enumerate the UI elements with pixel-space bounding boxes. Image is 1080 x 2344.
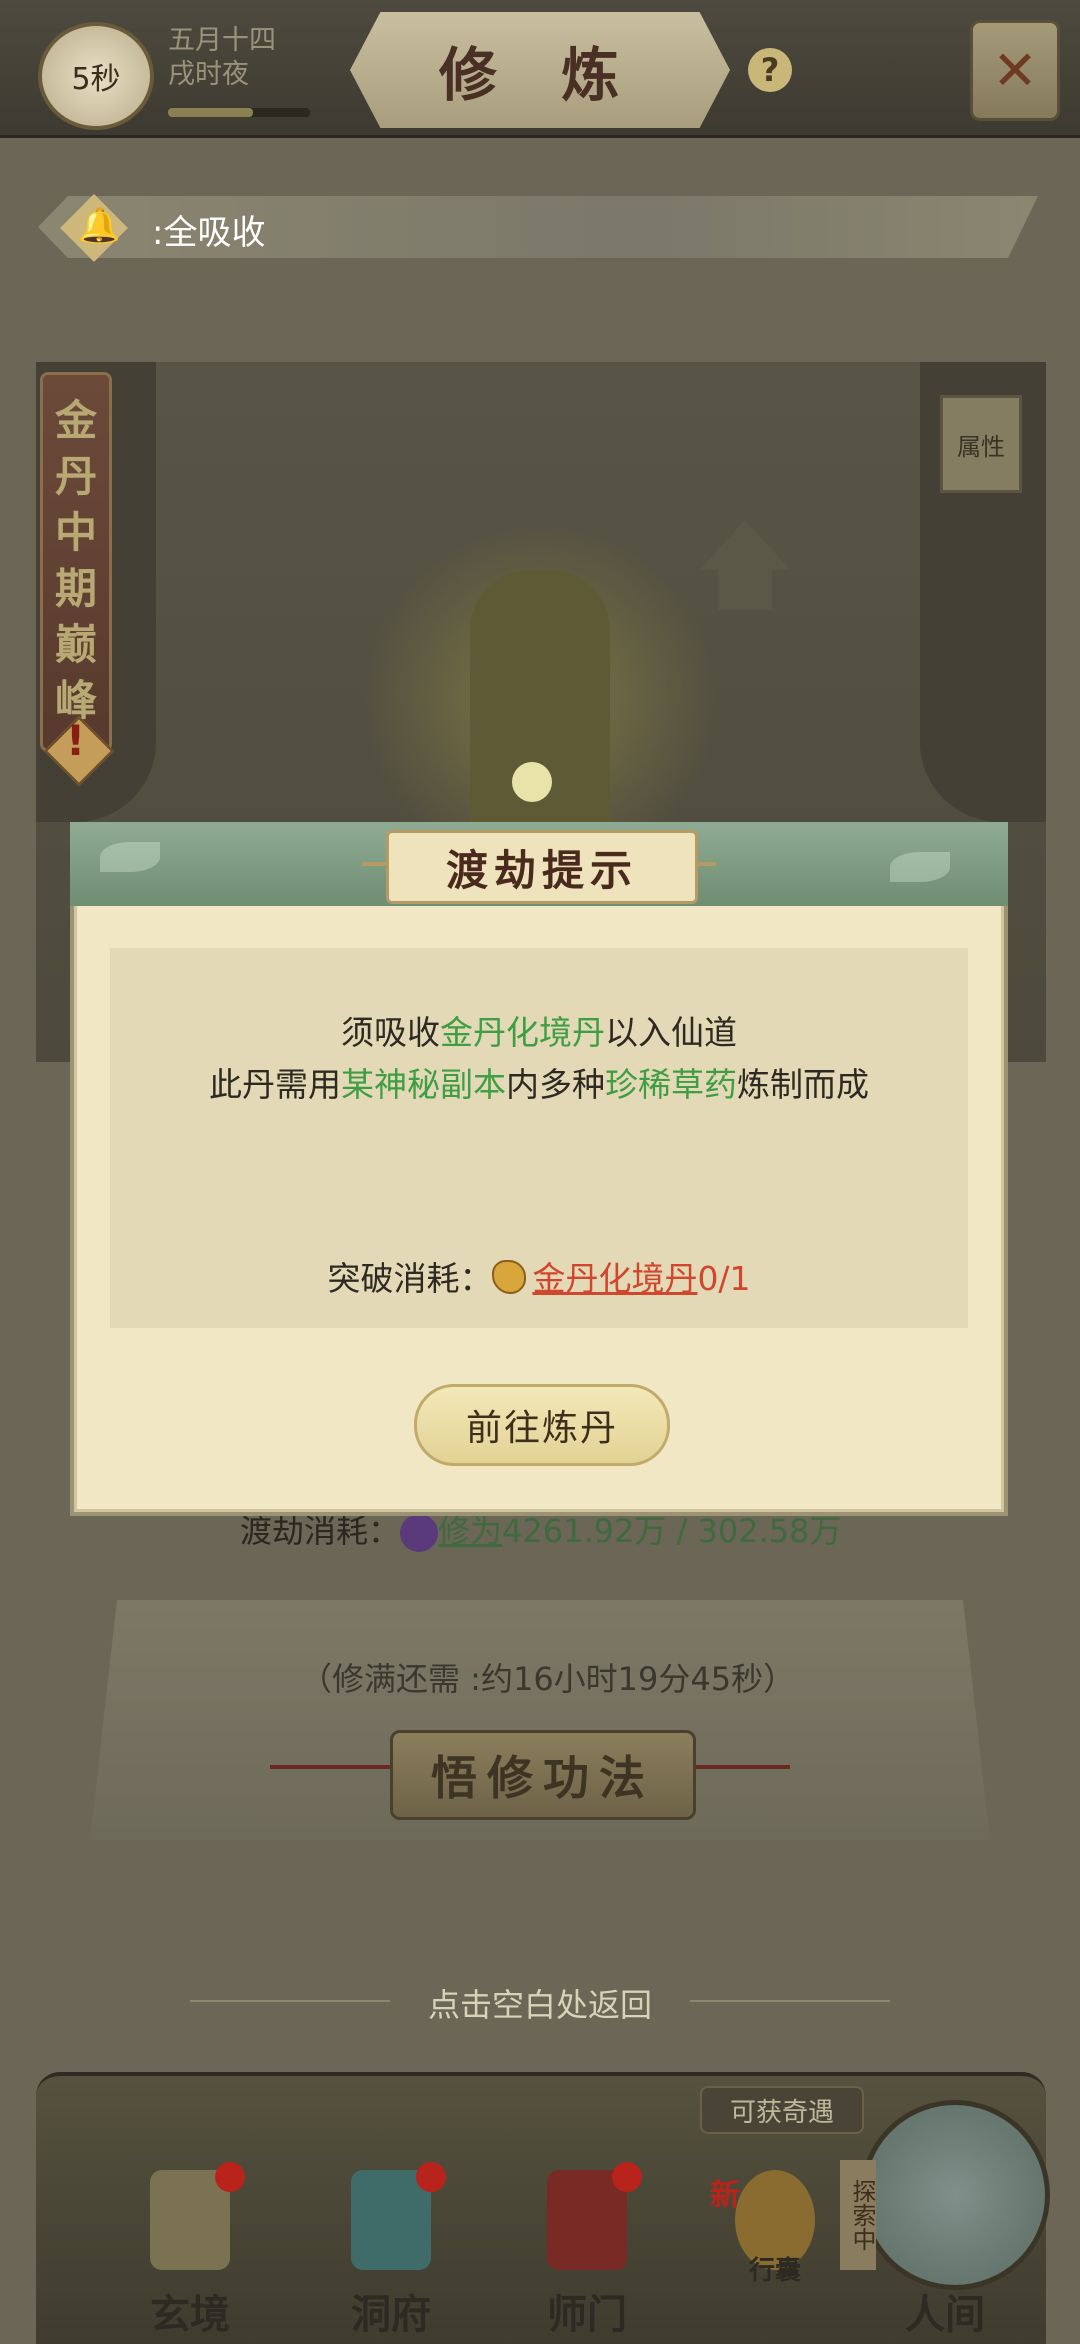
rank-char: 期 xyxy=(54,564,97,613)
herb-name: 珍稀草药 xyxy=(605,1065,737,1104)
comprehend-technique-button[interactable]: 悟修功法 xyxy=(390,1730,696,1820)
statue-orb xyxy=(512,762,552,802)
nav-item-shimen[interactable]: 师门 xyxy=(512,2162,662,2340)
nav-item-xuanjing[interactable]: 玄境 xyxy=(115,2162,265,2340)
page-title: 修 炼 xyxy=(438,41,642,109)
nav-label: 行囊 xyxy=(748,2256,801,2286)
text: 以入仙道 xyxy=(605,1013,737,1052)
notification-dot xyxy=(215,2162,245,2192)
nav-item-xingnang[interactable]: 新 行囊 xyxy=(700,2170,850,2340)
close-icon: ✕ xyxy=(992,39,1038,102)
info-line-1: 须吸收金丹化境丹以入仙道 xyxy=(110,1006,968,1054)
text: 内多种 xyxy=(506,1065,605,1104)
timer-badge: 5秒 xyxy=(38,22,154,130)
help-button[interactable]: ? xyxy=(748,48,792,92)
adventure-tag: 可获奇遇 xyxy=(700,2086,864,2134)
tassel-right xyxy=(690,1765,790,1769)
tribulation-cost-label: 渡劫消耗： xyxy=(240,1512,401,1550)
rank-char: 丹 xyxy=(54,452,97,501)
nav-item-renjian[interactable]: 人间 xyxy=(870,2170,1020,2340)
leaf-decoration xyxy=(100,842,160,872)
info-line-2: 此丹需用某神秘副本内多种珍稀草药炼制而成 xyxy=(110,1058,968,1106)
date-line-1: 五月十四 xyxy=(168,25,276,56)
nav-label: 洞府 xyxy=(351,2291,431,2338)
day-progress-bar xyxy=(168,108,310,117)
cost-label: 突破消耗： xyxy=(327,1259,493,1298)
date-line-2: 戌时夜 xyxy=(168,59,249,90)
nav-label: 师门 xyxy=(547,2291,627,2338)
pill-link[interactable]: 金丹化境丹 xyxy=(532,1259,697,1298)
pill-name: 金丹化境丹 xyxy=(440,1013,605,1052)
dungeon-name: 某神秘副本 xyxy=(341,1065,506,1104)
text: 此丹需用 xyxy=(209,1065,341,1104)
new-badge: 新 xyxy=(710,2178,740,2213)
date-display: 五月十四 戌时夜 xyxy=(168,24,276,92)
go-alchemy-button[interactable]: 前往炼丹 xyxy=(414,1384,670,1466)
text: 须吸收 xyxy=(341,1013,440,1052)
bell-icon: 🔔 xyxy=(78,206,121,246)
notification-dot xyxy=(416,2162,446,2192)
rank-char: 中 xyxy=(54,508,97,557)
rank-char: 金 xyxy=(54,396,97,445)
alert-icon: ! xyxy=(66,716,86,765)
cultivation-link[interactable]: 修为 xyxy=(438,1512,502,1550)
nav-label: 人间 xyxy=(905,2291,985,2338)
pill-count: 0/1 xyxy=(697,1259,751,1298)
text: 炼制而成 xyxy=(737,1065,869,1104)
rank-char: 巅 xyxy=(54,620,97,669)
close-button[interactable]: ✕ xyxy=(970,20,1060,121)
cultivation-values: 4261.92万 / 302.58万 xyxy=(502,1512,842,1550)
remaining-time: （修满还需 :约16小时19分45秒） xyxy=(300,1660,796,1698)
tap-to-return-hint[interactable]: 点击空白处返回 xyxy=(0,1980,1080,2026)
breakthrough-cost: 突破消耗： 金丹化境丹0/1 xyxy=(110,1252,968,1300)
dialog-title: 渡劫提示 xyxy=(386,830,698,904)
notice-text: :全吸收 xyxy=(152,213,266,253)
attributes-button[interactable]: 属性 xyxy=(940,395,1022,493)
leaf-decoration xyxy=(890,852,950,882)
pill-icon xyxy=(492,1260,527,1294)
cultivation-orb-icon xyxy=(400,1514,439,1552)
nav-label: 玄境 xyxy=(150,2291,230,2338)
nav-item-dongfu[interactable]: 洞府 xyxy=(316,2162,466,2340)
tassel-left xyxy=(270,1765,390,1769)
realm-rank-banner[interactable]: 金 丹 中 期 巅 峰 xyxy=(40,372,112,752)
notification-dot xyxy=(612,2162,642,2192)
title-plaque: 修 炼 xyxy=(350,12,730,128)
